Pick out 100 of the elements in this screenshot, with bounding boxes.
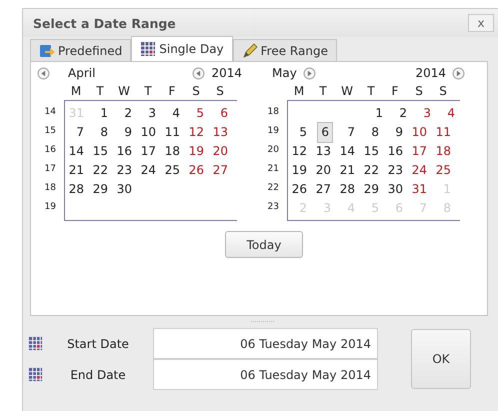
resize-grip-icon bbox=[251, 320, 275, 323]
calendar-day[interactable]: 16 bbox=[116, 142, 133, 161]
calendar-day[interactable]: 9 bbox=[123, 123, 133, 142]
calendar-day[interactable]: 8 bbox=[370, 123, 380, 142]
weekday-header: T bbox=[366, 84, 376, 98]
calendar-day[interactable]: 3 bbox=[147, 104, 157, 123]
calendar-day[interactable]: 17 bbox=[140, 142, 157, 161]
week-number: 21 bbox=[266, 163, 280, 176]
calendar-day[interactable]: 11 bbox=[164, 123, 181, 142]
calendar-day[interactable]: 4 bbox=[446, 104, 456, 123]
weekday-header: F bbox=[390, 84, 400, 98]
calendar-day[interactable]: 11 bbox=[434, 123, 452, 142]
calendar-day[interactable]: 16 bbox=[386, 142, 404, 161]
week-number: 16 bbox=[44, 144, 57, 157]
calendar-day[interactable]: 26 bbox=[188, 161, 205, 180]
calendar-day[interactable]: 18 bbox=[164, 142, 181, 161]
calendar-day[interactable]: 15 bbox=[92, 142, 109, 161]
calendar-day[interactable]: 30 bbox=[116, 180, 133, 199]
next-year-button[interactable] bbox=[452, 66, 465, 80]
calendar-day[interactable]: 15 bbox=[362, 142, 380, 161]
calendar-day[interactable]: 19 bbox=[188, 142, 205, 161]
calendar-day[interactable]: 29 bbox=[92, 180, 109, 199]
document-arrow-icon bbox=[39, 42, 55, 58]
weekday-header: W bbox=[340, 84, 354, 98]
calendar-day[interactable]: 1 bbox=[99, 104, 109, 123]
calendar-day[interactable]: 20 bbox=[212, 142, 229, 161]
calendar-icon bbox=[28, 367, 43, 382]
weekday-header: T bbox=[143, 84, 153, 98]
calendar-day[interactable]: 14 bbox=[338, 142, 356, 161]
calendar-day[interactable]: 7 bbox=[75, 123, 85, 142]
calendar-day[interactable]: 27 bbox=[212, 161, 229, 180]
calendar-day[interactable]: 24 bbox=[410, 161, 428, 180]
calendar-day[interactable]: 24 bbox=[140, 161, 157, 180]
calendar-day[interactable]: 31 bbox=[410, 180, 428, 199]
week-number: 22 bbox=[266, 182, 280, 195]
tab[interactable]: Single Day bbox=[131, 36, 233, 61]
calendar-day[interactable]: 19 bbox=[290, 161, 308, 180]
calendar-day[interactable]: 30 bbox=[386, 180, 404, 199]
tab[interactable]: Free Range bbox=[232, 39, 337, 61]
weekday-header: S bbox=[191, 84, 201, 98]
calendar-day[interactable]: 12 bbox=[290, 142, 308, 161]
calendar-day[interactable]: 29 bbox=[362, 180, 380, 199]
week-number: 19 bbox=[44, 201, 57, 214]
calendar-day[interactable]: 26 bbox=[290, 180, 308, 199]
week-number: 18 bbox=[266, 106, 280, 119]
close-button[interactable]: x bbox=[468, 14, 494, 32]
calendar-day[interactable]: 7 bbox=[346, 123, 356, 142]
week-number: 23 bbox=[266, 201, 280, 214]
calendar-day[interactable]: 10 bbox=[410, 123, 428, 142]
calendar-day[interactable]: 21 bbox=[68, 161, 85, 180]
calendar-day[interactable]: 13 bbox=[212, 123, 229, 142]
month-label: May bbox=[272, 66, 297, 80]
date-field[interactable]: 06 Tuesday May 2014 bbox=[153, 359, 378, 390]
calendar-day[interactable]: 27 bbox=[314, 180, 332, 199]
field-label: End Date bbox=[69, 368, 127, 382]
next-month-button[interactable] bbox=[302, 66, 316, 80]
weekday-header: T bbox=[318, 84, 328, 98]
calendar-day[interactable]: 20 bbox=[314, 161, 332, 180]
week-number: 15 bbox=[44, 125, 57, 138]
week-number: 17 bbox=[44, 163, 57, 176]
calendar-day[interactable]: 10 bbox=[140, 123, 157, 142]
date-field[interactable]: 06 Tuesday May 2014 bbox=[153, 328, 378, 359]
tab[interactable]: Predefined bbox=[30, 39, 132, 61]
calendar-day[interactable]: 9 bbox=[394, 123, 404, 142]
pencil-icon bbox=[242, 42, 258, 58]
calendar-day[interactable]: 3 bbox=[422, 104, 432, 123]
calendar-day[interactable]: 25 bbox=[164, 161, 181, 180]
today-button[interactable]: Today bbox=[225, 231, 303, 258]
calendar-day[interactable]: 13 bbox=[314, 142, 332, 161]
calendar-day[interactable]: 28 bbox=[68, 180, 85, 199]
calendar-day[interactable]: 6 bbox=[318, 123, 332, 142]
calendar-day[interactable]: 23 bbox=[386, 161, 404, 180]
previous-month-button[interactable] bbox=[37, 66, 50, 80]
ok-button[interactable]: OK bbox=[411, 329, 471, 389]
calendar-day[interactable]: 28 bbox=[338, 180, 356, 199]
calendar-day[interactable]: 18 bbox=[434, 142, 452, 161]
weekday-header: M bbox=[70, 84, 82, 98]
week-number: 19 bbox=[266, 125, 280, 138]
calendar-day[interactable]: 25 bbox=[434, 161, 452, 180]
calendar-day[interactable]: 17 bbox=[410, 142, 428, 161]
field-label: Start Date bbox=[66, 336, 130, 350]
calendar-day[interactable]: 4 bbox=[171, 104, 181, 123]
calendar-day[interactable]: 8 bbox=[99, 123, 109, 142]
calendar-day[interactable]: 22 bbox=[92, 161, 109, 180]
calendar-day[interactable]: 23 bbox=[116, 161, 133, 180]
year-label: 2014 bbox=[415, 66, 446, 80]
calendar-day[interactable]: 5 bbox=[195, 104, 205, 123]
calendar-day[interactable]: 21 bbox=[338, 161, 356, 180]
calendar-day[interactable]: 2 bbox=[398, 104, 408, 123]
calendar-day[interactable]: 5 bbox=[298, 123, 308, 142]
calendar-icon bbox=[140, 41, 156, 57]
calendar-day[interactable]: 6 bbox=[219, 104, 229, 123]
weekday-header: S bbox=[414, 84, 424, 98]
calendar-day[interactable]: 22 bbox=[362, 161, 380, 180]
calendar-day[interactable]: 1 bbox=[374, 104, 384, 123]
calendar-day[interactable]: 2 bbox=[123, 104, 133, 123]
calendar-day[interactable]: 12 bbox=[188, 123, 205, 142]
calendar-day[interactable]: 14 bbox=[68, 142, 85, 161]
previous-year-button[interactable] bbox=[192, 66, 206, 80]
week-number: 14 bbox=[44, 106, 57, 119]
